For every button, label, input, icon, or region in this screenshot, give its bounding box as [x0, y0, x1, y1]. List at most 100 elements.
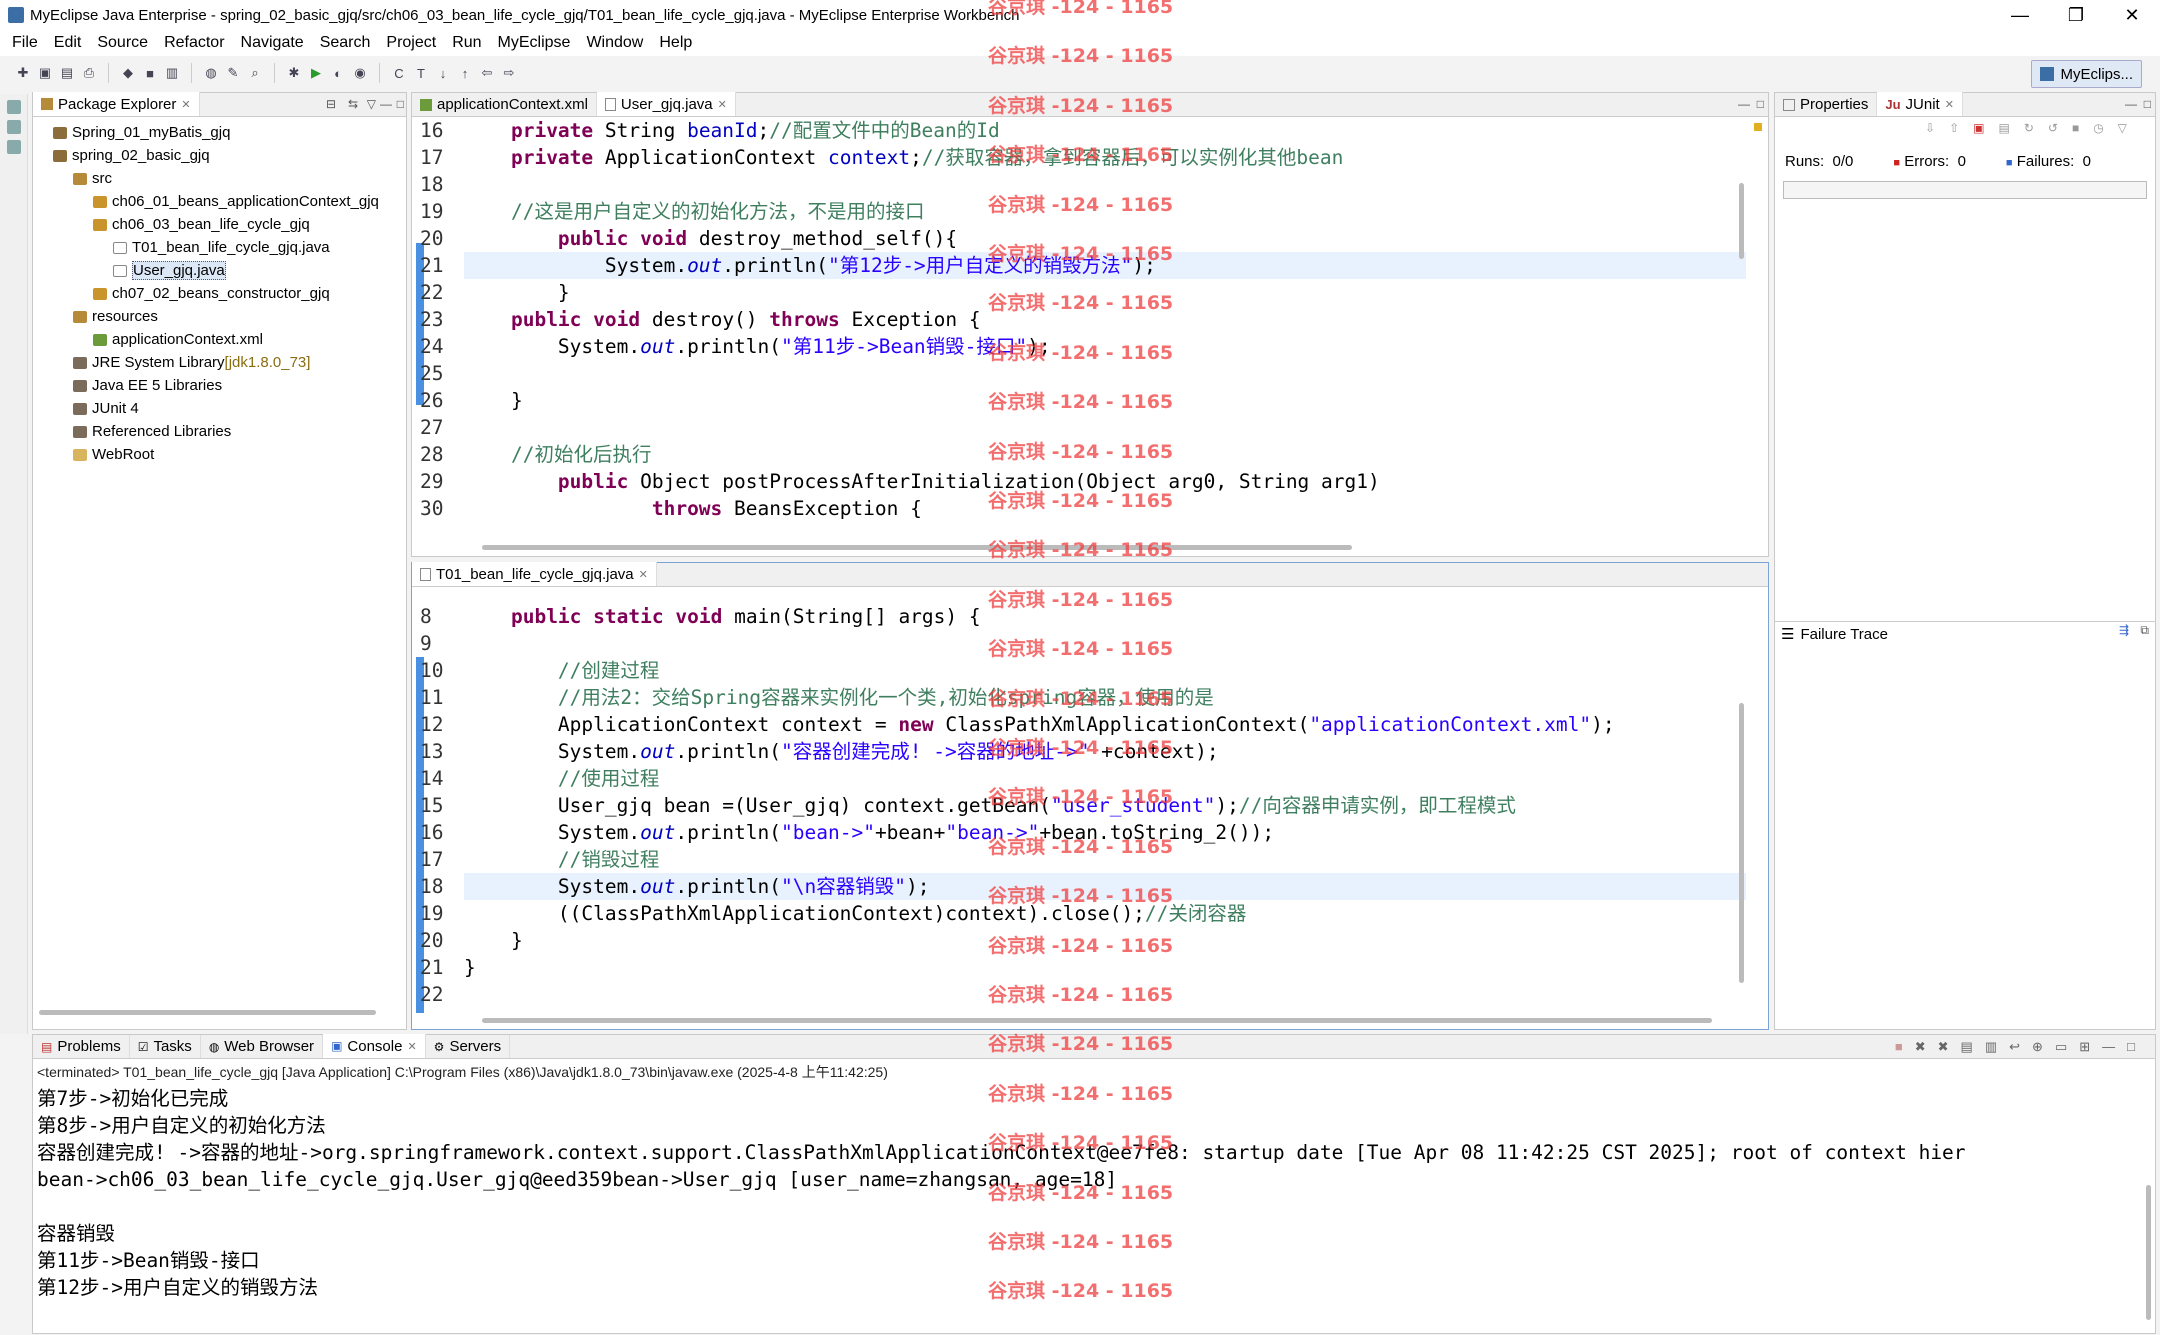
- tab-junit[interactable]: Ju JUnit ✕: [1877, 92, 1963, 116]
- show-failures-only-icon[interactable]: ▣: [1973, 121, 1984, 135]
- tree-item[interactable]: T01_bean_life_cycle_gjq.java: [39, 236, 402, 259]
- rerun-icon[interactable]: ↻: [2024, 121, 2034, 135]
- close-icon[interactable]: ✕: [407, 1040, 416, 1053]
- new-icon[interactable]: ✚: [14, 64, 32, 82]
- minimize-view-icon[interactable]: —: [380, 97, 392, 111]
- overview-warning-marker[interactable]: [1754, 123, 1762, 131]
- tree-item[interactable]: src: [39, 167, 402, 190]
- horizontal-scrollbar[interactable]: [482, 1018, 1712, 1023]
- back-icon[interactable]: ⇦: [478, 64, 496, 82]
- vertical-scrollbar[interactable]: [1739, 703, 1744, 983]
- minimize-view-icon[interactable]: —: [2102, 1039, 2115, 1055]
- tab-t01-java[interactable]: T01_bean_life_cycle_gjq.java ✕: [412, 562, 657, 586]
- menu-source[interactable]: Source: [89, 34, 156, 52]
- maximize-view-icon[interactable]: □: [1757, 97, 1764, 111]
- remove-all-icon[interactable]: ✖: [1938, 1039, 1949, 1055]
- tab-web-browser[interactable]: ◍ Web Browser: [201, 1035, 324, 1058]
- tab-problems[interactable]: ▤ Problems: [33, 1035, 130, 1058]
- deploy-icon[interactable]: ◆: [119, 64, 137, 82]
- tree-item[interactable]: spring_02_basic_gjq: [39, 144, 402, 167]
- menu-refactor[interactable]: Refactor: [156, 34, 232, 52]
- minimize-view-icon[interactable]: —: [2125, 97, 2137, 111]
- link-editor-icon[interactable]: ⇆: [348, 97, 358, 111]
- search-tool-icon[interactable]: ⌕: [246, 64, 264, 82]
- maximize-view-icon[interactable]: □: [2127, 1039, 2135, 1055]
- menu-run[interactable]: Run: [444, 34, 489, 52]
- globe-icon[interactable]: ◍: [202, 64, 220, 82]
- collapse-all-icon[interactable]: ⊟: [326, 97, 336, 111]
- tab-servers[interactable]: ⚙ Servers: [426, 1035, 511, 1058]
- view-menu-icon[interactable]: ▽: [367, 97, 376, 111]
- close-icon[interactable]: ✕: [639, 568, 648, 581]
- display-console-icon[interactable]: ▭: [2055, 1039, 2067, 1055]
- save-all-icon[interactable]: ▤: [58, 64, 76, 82]
- tree-item[interactable]: applicationContext.xml: [39, 328, 402, 351]
- open-console-icon[interactable]: ⊞: [2079, 1039, 2090, 1055]
- server-icon[interactable]: ■: [141, 64, 159, 82]
- rerun-failed-icon[interactable]: ↺: [2048, 121, 2058, 135]
- close-icon[interactable]: ✕: [718, 98, 727, 111]
- database-icon[interactable]: ▥: [163, 64, 181, 82]
- tab-package-explorer[interactable]: Package Explorer ✕: [33, 92, 200, 116]
- remove-launch-icon[interactable]: ✖: [1915, 1039, 1926, 1055]
- trim-icon[interactable]: [7, 100, 21, 114]
- print-icon[interactable]: ⎙: [80, 64, 98, 82]
- tree-item[interactable]: Java EE 5 Libraries: [39, 374, 402, 397]
- trim-icon[interactable]: [7, 140, 21, 154]
- filter-stack-icon[interactable]: ⇶: [2119, 623, 2129, 637]
- menu-project[interactable]: Project: [378, 34, 444, 52]
- maximize-view-icon[interactable]: □: [397, 97, 404, 111]
- close-icon[interactable]: ✕: [1945, 98, 1954, 111]
- view-menu-icon[interactable]: ▽: [2118, 121, 2127, 135]
- minimize-view-icon[interactable]: —: [1738, 97, 1750, 111]
- tree-item[interactable]: JRE System Library [jdk1.8.0_73]: [39, 351, 402, 374]
- new-class-icon[interactable]: C: [390, 64, 408, 82]
- tab-properties[interactable]: Properties: [1775, 93, 1878, 116]
- prev-annotation-icon[interactable]: ↑: [456, 64, 474, 82]
- menu-navigate[interactable]: Navigate: [233, 34, 312, 52]
- tree-item[interactable]: WebRoot: [39, 443, 402, 466]
- open-type-icon[interactable]: T: [412, 64, 430, 82]
- tree-item[interactable]: ch07_02_beans_constructor_gjq: [39, 282, 402, 305]
- tree-item[interactable]: ch06_03_bean_life_cycle_gjq: [39, 213, 402, 236]
- tree-item[interactable]: resources: [39, 305, 402, 328]
- run-icon[interactable]: ▶: [307, 64, 325, 82]
- close-icon[interactable]: ✕: [181, 98, 190, 111]
- menu-help[interactable]: Help: [651, 34, 700, 52]
- terminate-icon[interactable]: ■: [1895, 1039, 1903, 1055]
- tree-item[interactable]: JUnit 4: [39, 397, 402, 420]
- menu-file[interactable]: File: [4, 34, 46, 52]
- tab-application-context-xml[interactable]: applicationContext.xml: [412, 93, 597, 116]
- scroll-lock-icon[interactable]: ▥: [1985, 1039, 1997, 1055]
- tree-item[interactable]: Referenced Libraries: [39, 420, 402, 443]
- menu-window[interactable]: Window: [578, 34, 651, 52]
- save-icon[interactable]: ▣: [36, 64, 54, 82]
- maximize-view-icon[interactable]: □: [2144, 97, 2151, 111]
- next-failure-icon[interactable]: ⇩: [1925, 121, 1935, 135]
- minimize-button[interactable]: —: [1992, 0, 2048, 30]
- tree-item[interactable]: User_gjq.java: [39, 259, 402, 282]
- forward-icon[interactable]: ⇨: [500, 64, 518, 82]
- tools-icon[interactable]: ✎: [224, 64, 242, 82]
- compare-icon[interactable]: ⧉: [2140, 623, 2149, 638]
- coverage-icon[interactable]: ◐: [329, 64, 347, 82]
- tab-user-gjq-java[interactable]: User_gjq.java ✕: [596, 92, 736, 116]
- next-annotation-icon[interactable]: ↓: [434, 64, 452, 82]
- trim-icon[interactable]: [7, 120, 21, 134]
- debug-icon[interactable]: ✱: [285, 64, 303, 82]
- code-line[interactable]: 21}: [412, 954, 1746, 981]
- stop-icon[interactable]: ■: [2072, 121, 2079, 135]
- menu-search[interactable]: Search: [312, 34, 379, 52]
- previous-failure-icon[interactable]: ⇧: [1949, 121, 1959, 135]
- vertical-scrollbar[interactable]: [1739, 183, 1744, 259]
- history-icon[interactable]: ◷: [2093, 121, 2103, 135]
- vertical-scrollbar[interactable]: [2146, 1185, 2151, 1320]
- close-button[interactable]: ✕: [2104, 0, 2160, 30]
- tab-tasks[interactable]: ☑ Tasks: [130, 1035, 201, 1058]
- pin-console-icon[interactable]: ⊕: [2032, 1039, 2043, 1055]
- scroll-lock-icon[interactable]: ▤: [1998, 121, 2009, 135]
- maximize-button[interactable]: ❐: [2048, 0, 2104, 30]
- menu-myeclipse[interactable]: MyEclipse: [490, 34, 579, 52]
- horizontal-scrollbar[interactable]: [39, 1010, 376, 1015]
- clear-console-icon[interactable]: ▤: [1961, 1039, 1973, 1055]
